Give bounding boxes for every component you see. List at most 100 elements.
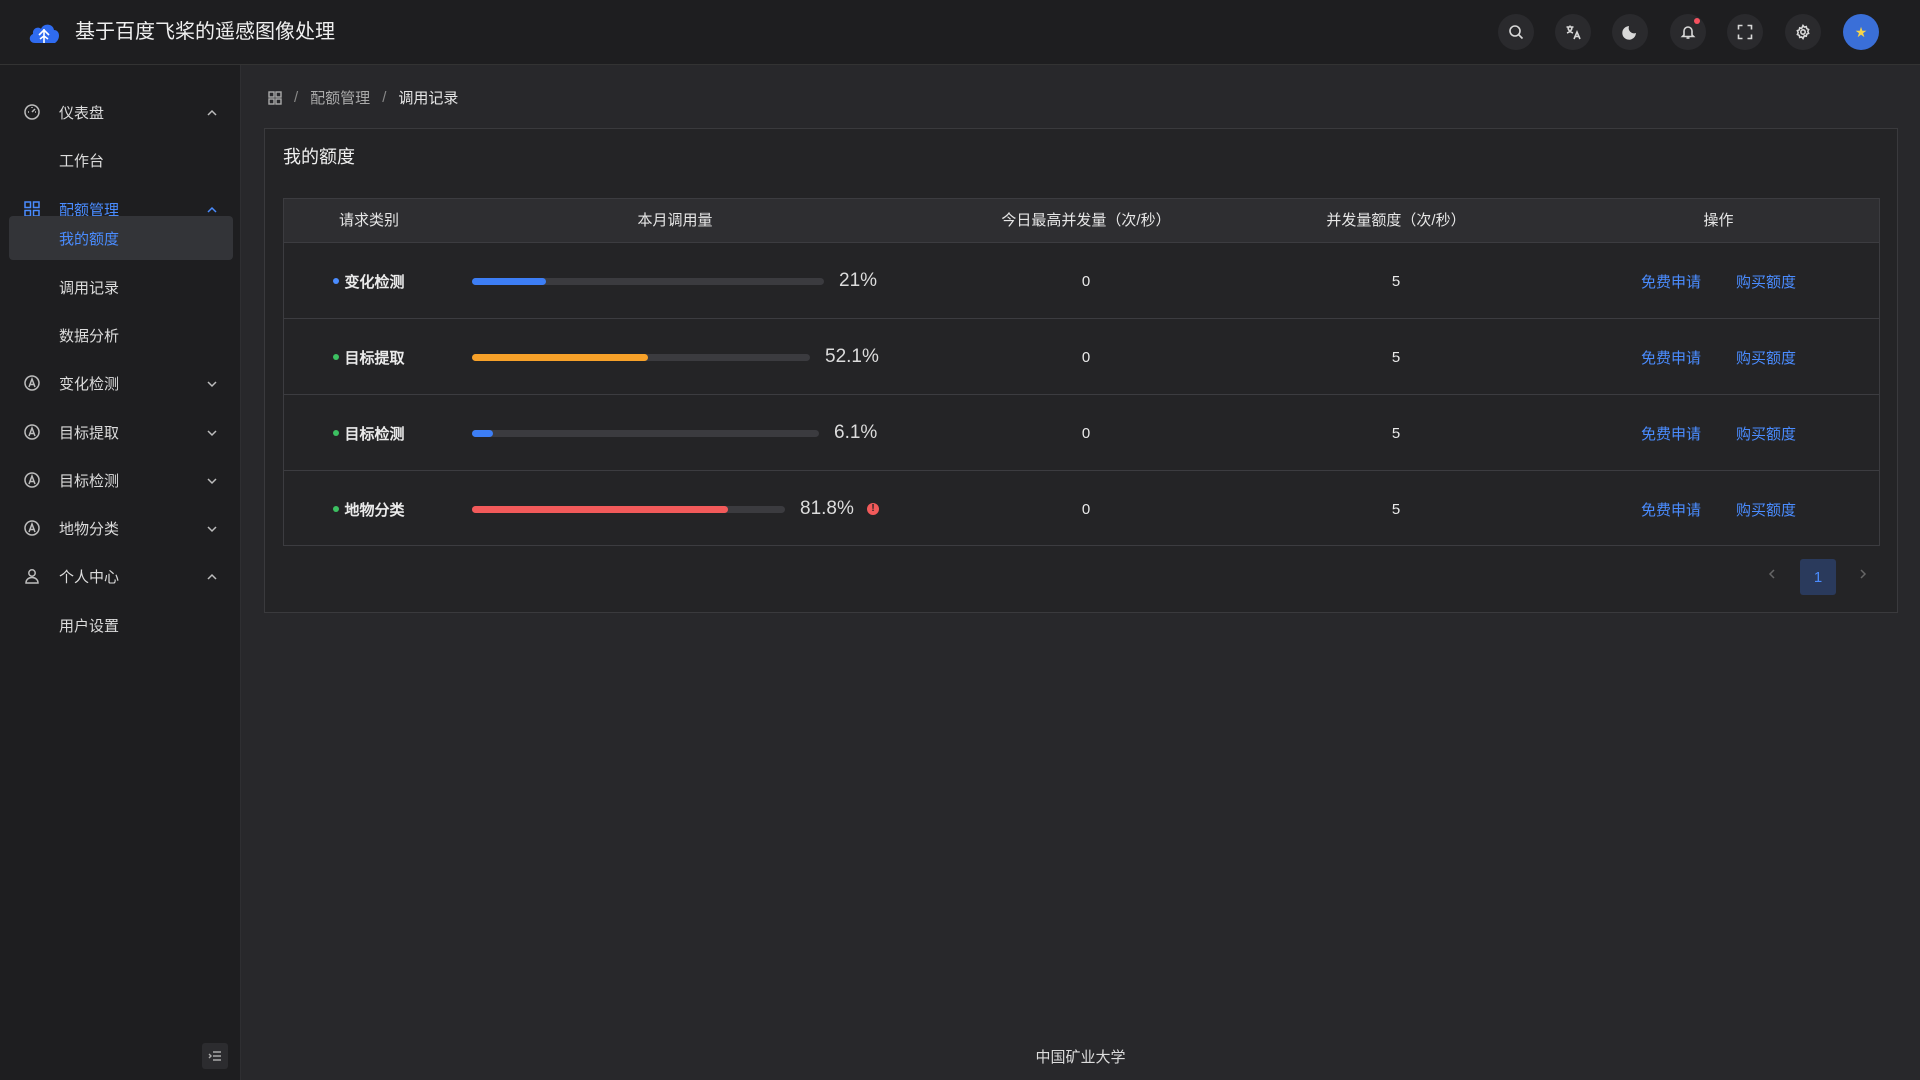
actions-cell: 免费申请 购买额度 <box>1556 319 1881 395</box>
search-icon[interactable] <box>1498 14 1534 50</box>
sidebar-item-dashboard[interactable]: 仪表盘 <box>0 90 241 134</box>
sidebar-item-data-analysis[interactable]: 数据分析 <box>9 313 233 357</box>
column-header: 请求类别 <box>338 212 399 229</box>
breadcrumb-item[interactable]: 配额管理 <box>310 87 370 108</box>
aperture-icon <box>23 471 41 489</box>
usage-progress-bar <box>472 278 824 285</box>
chevron-up-icon <box>206 106 218 118</box>
sidebar-item-label: 调用记录 <box>59 279 120 297</box>
free-apply-link[interactable]: 免费申请 <box>1641 499 1701 520</box>
avatar[interactable]: ★ <box>1843 14 1879 50</box>
category-label: 变化检测 <box>344 273 405 291</box>
sidebar-item-target-extraction[interactable]: 目标提取 <box>0 410 241 454</box>
chevron-down-icon <box>206 474 218 486</box>
sidebar-item-label: 目标检测 <box>59 472 120 490</box>
usage-percent: 81.8% <box>800 498 854 519</box>
actions-cell: 免费申请 购买额度 <box>1556 243 1881 319</box>
peak-concurrency-cell: 0 <box>1081 424 1091 442</box>
free-apply-link[interactable]: 免费申请 <box>1641 271 1701 292</box>
notification-dot <box>1694 18 1700 24</box>
app-header: 基于百度飞桨的遥感图像处理 ★ <box>0 0 1920 65</box>
table-row: 目标检测 6.1% 0 5 免费申请 购买额度 <box>284 395 1879 471</box>
quota-card: 我的额度 请求类别 本月调用量 今日最高并发量（次/秒） 并发量额度（次/秒） … <box>264 128 1898 613</box>
buy-quota-link[interactable]: 购买额度 <box>1736 347 1796 368</box>
category-cell: 目标提取 <box>284 319 454 395</box>
usage-progress-fill <box>472 278 546 285</box>
free-apply-link[interactable]: 免费申请 <box>1641 347 1701 368</box>
pagination-next-icon[interactable] <box>1856 567 1876 587</box>
app-title: 基于百度飞桨的遥感图像处理 <box>75 21 335 43</box>
dashboard-icon <box>23 103 41 121</box>
usage-percent: 52.1% <box>825 346 879 367</box>
column-header: 操作 <box>1703 212 1734 229</box>
table-row: 地物分类 81.8%! 0 5 免费申请 购买额度 <box>284 471 1879 547</box>
status-dot <box>333 354 340 360</box>
sidebar-item-workbench[interactable]: 工作台 <box>9 138 233 182</box>
sidebar-item-my-quota[interactable]: 我的额度 <box>9 216 233 260</box>
card-title: 我的额度 <box>283 147 355 167</box>
sidebar-item-label: 地物分类 <box>59 520 120 538</box>
sidebar-item-call-records[interactable]: 调用记录 <box>9 265 233 309</box>
table-row: 目标提取 52.1% 0 5 免费申请 购买额度 <box>284 319 1879 395</box>
usage-progress-fill <box>472 506 729 513</box>
category-label: 目标提取 <box>344 349 405 367</box>
chevron-up-icon <box>206 203 218 215</box>
table-header: 请求类别 本月调用量 今日最高并发量（次/秒） 并发量额度（次/秒） 操作 <box>284 199 1879 243</box>
column-header: 今日最高并发量（次/秒） <box>1001 212 1171 229</box>
sidebar-item-land-classification[interactable]: 地物分类 <box>0 506 241 550</box>
usage-progress-bar <box>472 430 819 437</box>
chevron-down-icon <box>206 522 218 534</box>
pagination-page[interactable]: 1 <box>1800 559 1836 595</box>
breadcrumb: / 配额管理 / 调用记录 <box>268 87 458 108</box>
buy-quota-link[interactable]: 购买额度 <box>1736 499 1796 520</box>
cloud-logo-icon <box>29 24 60 43</box>
chevron-up-icon <box>206 570 218 582</box>
chevron-down-icon <box>206 377 218 389</box>
pagination-prev-icon[interactable] <box>1765 567 1785 587</box>
sidebar: 仪表盘 工作台 配额管理 我的额度 调用记录 数据分析 变化检测 目标提取 目标… <box>0 65 241 1080</box>
gear-icon[interactable] <box>1785 14 1821 50</box>
peak-concurrency-cell: 0 <box>1081 500 1091 518</box>
sidebar-item-personal-center[interactable]: 个人中心 <box>0 554 241 598</box>
sidebar-item-label: 目标提取 <box>59 424 120 442</box>
usage-progress-bar <box>472 354 810 361</box>
sidebar-item-label: 变化检测 <box>59 375 120 393</box>
concurrency-quota-cell: 5 <box>1391 424 1401 442</box>
table-row: 变化检测 21% 0 5 免费申请 购买额度 <box>284 243 1879 319</box>
sidebar-item-label: 数据分析 <box>59 327 120 345</box>
category-label: 目标检测 <box>344 425 405 443</box>
column-header: 本月调用量 <box>637 212 713 229</box>
buy-quota-link[interactable]: 购买额度 <box>1736 423 1796 444</box>
sidebar-item-label: 仪表盘 <box>59 104 105 122</box>
category-cell: 地物分类 <box>284 471 454 547</box>
footer-text: 中国矿业大学 <box>1035 1049 1126 1066</box>
usage-percent: 6.1% <box>834 422 878 443</box>
aperture-icon <box>23 374 41 392</box>
breadcrumb-separator: / <box>294 89 299 106</box>
sidebar-item-user-settings[interactable]: 用户设置 <box>9 603 233 647</box>
collapse-sidebar-icon[interactable] <box>202 1043 228 1069</box>
warning-icon: ! <box>867 503 879 515</box>
column-header: 并发量额度（次/秒） <box>1326 212 1466 229</box>
concurrency-quota-cell: 5 <box>1391 348 1401 366</box>
actions-cell: 免费申请 购买额度 <box>1556 471 1881 547</box>
sidebar-item-target-detection[interactable]: 目标检测 <box>0 458 241 502</box>
peak-concurrency-cell: 0 <box>1081 348 1091 366</box>
moon-icon[interactable] <box>1612 14 1648 50</box>
buy-quota-link[interactable]: 购买额度 <box>1736 271 1796 292</box>
concurrency-quota-cell: 5 <box>1391 500 1401 518</box>
status-dot <box>333 278 340 284</box>
actions-cell: 免费申请 购买额度 <box>1556 395 1881 471</box>
status-dot <box>333 506 340 512</box>
home-grid-icon[interactable] <box>268 90 282 105</box>
sidebar-item-label: 工作台 <box>59 152 105 170</box>
usage-percent: 21% <box>839 270 878 291</box>
sidebar-item-label: 我的额度 <box>59 230 120 248</box>
translate-icon[interactable] <box>1555 14 1591 50</box>
free-apply-link[interactable]: 免费申请 <box>1641 423 1701 444</box>
sidebar-item-change-detection[interactable]: 变化检测 <box>0 361 241 405</box>
bell-icon[interactable] <box>1670 14 1706 50</box>
sidebar-item-label: 用户设置 <box>59 617 120 635</box>
category-cell: 变化检测 <box>284 243 454 319</box>
fullscreen-icon[interactable] <box>1727 14 1763 50</box>
